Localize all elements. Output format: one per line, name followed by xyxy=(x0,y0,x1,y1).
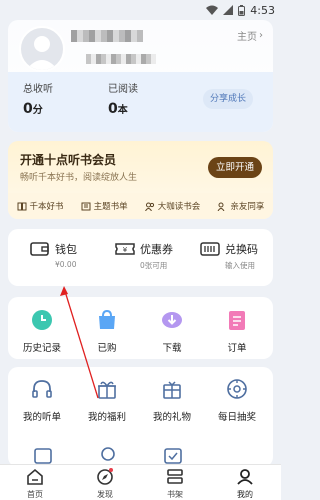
download-entry[interactable]: 下载 xyxy=(142,309,202,354)
bookshelf-icon xyxy=(167,469,183,484)
vip-features: 千本好书 主题书单 大咖读书会 亲友同享 xyxy=(8,193,273,219)
redeem-code-entry[interactable]: 兑换码 输入使用 xyxy=(200,241,258,271)
username-redacted xyxy=(71,30,143,42)
redeem-code-title: 兑换码 xyxy=(225,243,258,256)
services-card: 我的听单 我的福利 我的礼物 每日抽奖 xyxy=(8,367,273,467)
records-card: 历史记录 已购 下载 订单 xyxy=(8,297,273,359)
wallet-icon xyxy=(30,242,49,256)
tab-label: 我的 xyxy=(237,490,253,499)
vip-feature: 千本好书 xyxy=(17,200,64,212)
signal-icon xyxy=(223,5,234,15)
homepage-label: 主页 xyxy=(237,32,257,43)
stat-label: 已阅读 xyxy=(108,84,138,95)
stat-read-total[interactable]: 已阅读 0本 xyxy=(108,80,138,117)
svg-text:¥: ¥ xyxy=(123,246,128,254)
avatar[interactable] xyxy=(19,26,65,72)
history-entry[interactable]: 历史记录 xyxy=(12,309,72,354)
clock-icon xyxy=(32,310,52,330)
stat-value: 0 xyxy=(108,101,118,117)
download-label: 下载 xyxy=(162,343,182,354)
stat-unit: 分 xyxy=(32,105,43,116)
stat-unit: 本 xyxy=(117,105,128,116)
history-label: 历史记录 xyxy=(22,343,61,354)
tab-bookshelf[interactable]: 书架 xyxy=(150,468,200,500)
my-gifts-entry[interactable]: 我的礼物 xyxy=(142,378,202,423)
tab-label: 首页 xyxy=(27,490,43,499)
tab-mine[interactable]: 我的 xyxy=(220,468,270,500)
vip-open-button[interactable]: 立即开通 xyxy=(208,157,262,178)
bag-icon xyxy=(99,309,115,329)
my-gifts-label: 我的礼物 xyxy=(152,412,191,423)
home-icon xyxy=(27,468,43,485)
battery-icon xyxy=(238,4,246,16)
stats-panel: 总收听 0分 已阅读 0本 分享成长 xyxy=(8,72,273,132)
gift-icon xyxy=(98,381,116,399)
daily-lottery-entry[interactable]: 每日抽奖 xyxy=(207,378,267,423)
wallet-card: 钱包 ¥0.00 ¥ 优惠券 0张可用 兑换码输入使用 xyxy=(8,229,273,286)
purchased-entry[interactable]: 已购 xyxy=(77,309,137,354)
daily-lottery-label: 每日抽奖 xyxy=(217,412,256,423)
coupon-count: 0张可用 xyxy=(140,261,168,270)
barcode-icon xyxy=(200,242,220,256)
tab-home[interactable]: 首页 xyxy=(10,468,60,500)
lottery-icon xyxy=(227,379,247,399)
status-bar: 4:53 xyxy=(0,0,281,20)
tab-discover[interactable]: 发现 xyxy=(80,468,130,500)
vip-feature: 亲友同享 xyxy=(217,200,264,212)
homepage-link[interactable]: 主页 › xyxy=(237,28,263,43)
vip-title: 开通十点听书会员 xyxy=(20,153,117,167)
wifi-icon xyxy=(206,5,219,15)
wallet-entry[interactable]: 钱包 ¥0.00 xyxy=(30,241,77,269)
order-label: 订单 xyxy=(227,343,247,354)
bottom-tab-bar: 首页 发现 书架 我的 xyxy=(0,464,281,500)
coupon-entry[interactable]: ¥ 优惠券 0张可用 xyxy=(115,241,173,271)
vip-feature: 大咖读书会 xyxy=(144,200,200,212)
booklist-icon xyxy=(81,202,91,210)
coupon-title: 优惠券 xyxy=(140,243,173,256)
tab-label: 发现 xyxy=(97,490,113,499)
present-icon xyxy=(163,381,181,399)
redeem-code-sub: 输入使用 xyxy=(225,261,255,270)
my-playlist-entry[interactable]: 我的听单 xyxy=(12,378,72,423)
stat-value: 0 xyxy=(23,101,33,117)
my-benefits-label: 我的福利 xyxy=(87,412,126,423)
user-id-redacted xyxy=(86,54,156,64)
stat-listen-total[interactable]: 总收听 0分 xyxy=(23,80,53,117)
user-share-icon xyxy=(217,202,225,211)
wallet-title: 钱包 xyxy=(55,243,77,256)
book-icon xyxy=(17,202,27,210)
download-icon xyxy=(162,312,182,328)
vip-card[interactable]: 开通十点听书会员 畅听千本好书，阅读绽放人生 立即开通 千本好书 主题书单 大咖… xyxy=(8,141,273,219)
share-growth-button[interactable]: 分享成长 xyxy=(203,89,253,109)
compass-icon xyxy=(97,468,113,485)
headphones-icon xyxy=(32,380,52,398)
order-entry[interactable]: 订单 xyxy=(207,309,267,354)
my-benefits-entry[interactable]: 我的福利 xyxy=(77,378,137,423)
chevron-right-icon: › xyxy=(259,30,263,41)
tab-label: 书架 xyxy=(167,490,183,499)
my-playlist-label: 我的听单 xyxy=(22,412,61,423)
purchased-label: 已购 xyxy=(97,343,117,354)
order-icon xyxy=(229,311,245,330)
wallet-balance: ¥0.00 xyxy=(55,260,77,269)
vip-feature: 主题书单 xyxy=(81,200,128,212)
stat-label: 总收听 xyxy=(23,84,53,95)
clock-time: 4:53 xyxy=(250,3,275,17)
users-icon xyxy=(144,202,154,211)
coupon-icon: ¥ xyxy=(115,243,135,255)
profile-card: 主页 › 总收听 0分 已阅读 0本 分享成长 xyxy=(8,20,273,132)
vip-subtitle: 畅听千本好书，阅读绽放人生 xyxy=(20,173,138,183)
profile-icon xyxy=(237,469,253,485)
